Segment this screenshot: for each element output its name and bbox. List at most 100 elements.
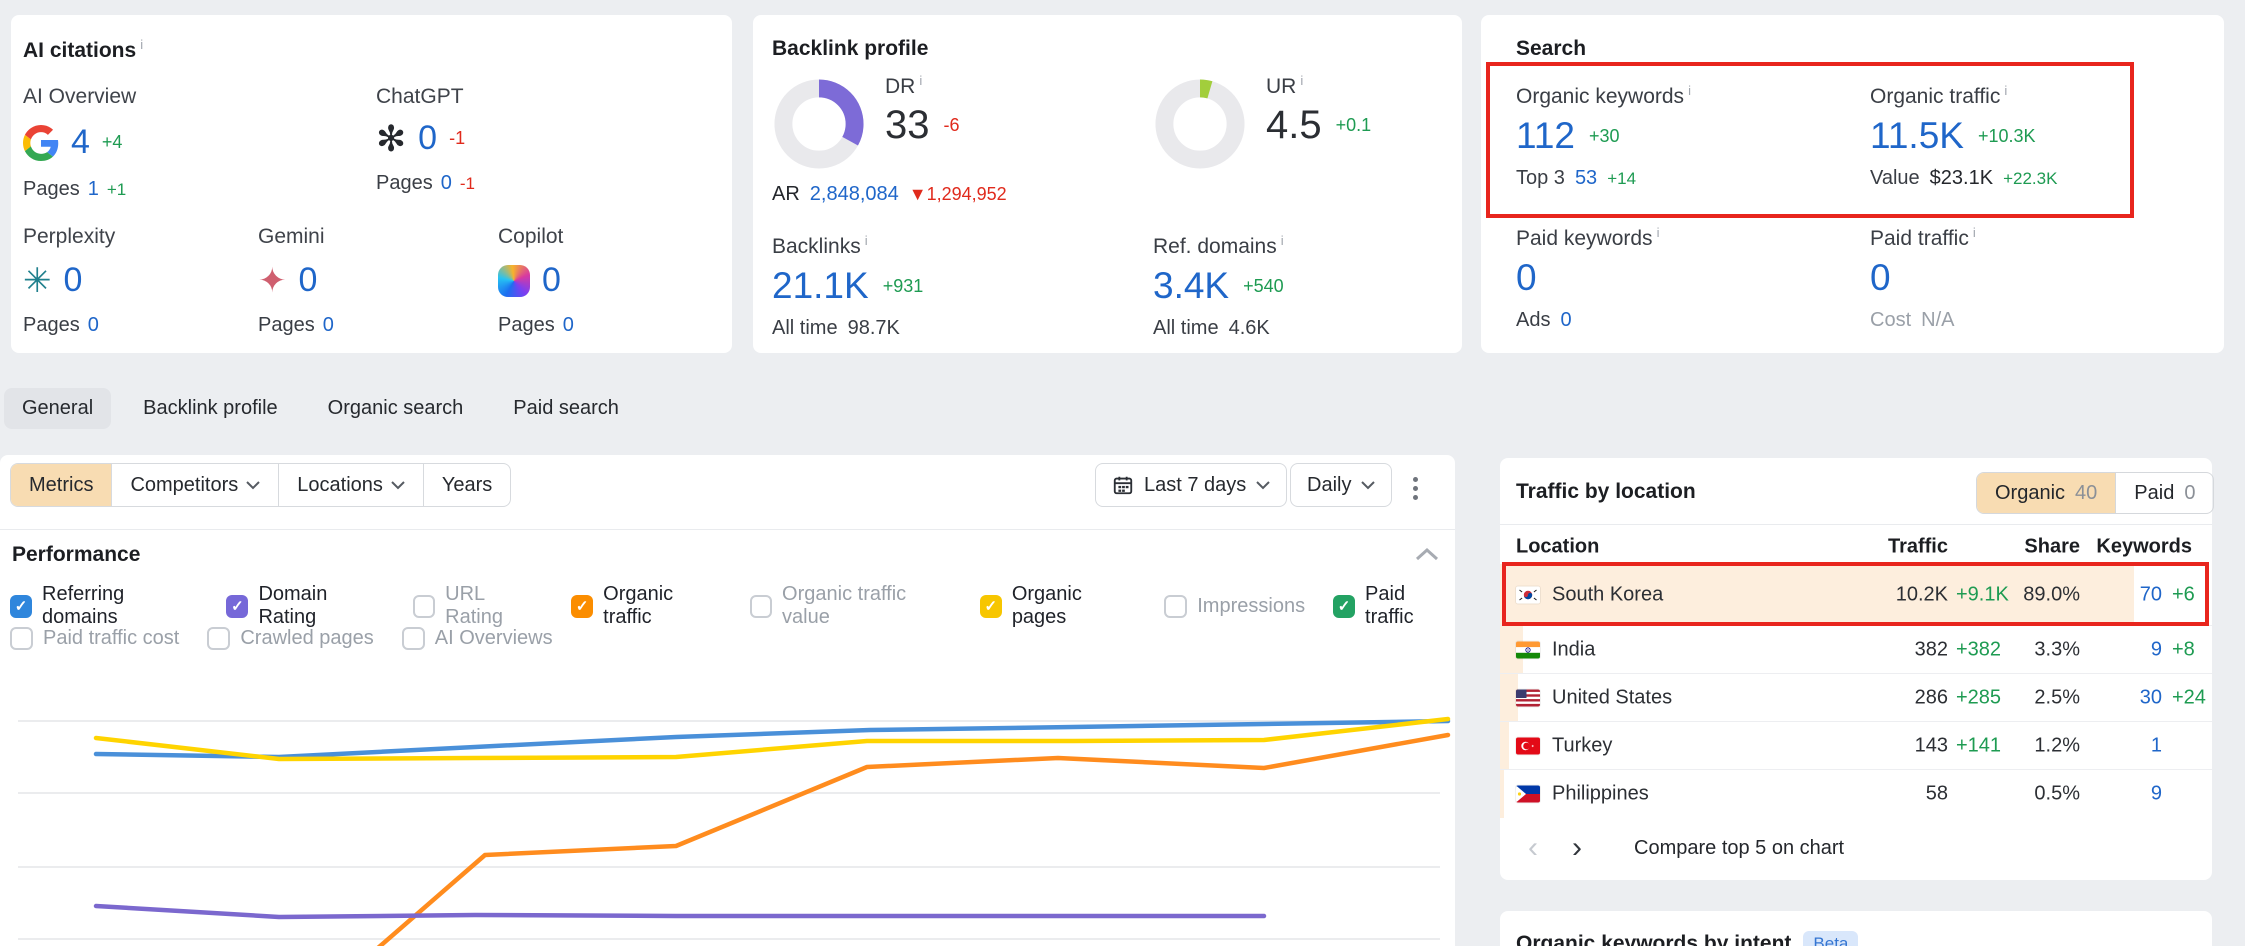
checkbox-url-rating[interactable]: ✓URL Rating: [413, 583, 543, 629]
info-icon[interactable]: i: [865, 233, 868, 248]
keywords-value[interactable]: 70: [2106, 583, 2162, 606]
ai-overview-citations-value[interactable]: 4: [71, 123, 90, 162]
organic-keywords-value[interactable]: 112: [1516, 115, 1575, 157]
table-footer: ‹ › Compare top 5 on chart: [1500, 818, 2212, 878]
location-name[interactable]: South Korea: [1552, 583, 1663, 606]
locations-label: Locations: [297, 474, 383, 497]
ur-value: 4.5: [1266, 103, 1322, 148]
table-row-turkey[interactable]: Turkey 143 +141 1.2% 1: [1500, 722, 2212, 770]
traffic-value: 10.2K: [1830, 583, 1948, 606]
pages-value[interactable]: 0: [563, 314, 574, 337]
checkbox-referring-domains[interactable]: ✓Referring domains: [10, 583, 198, 629]
chevron-down-icon: [1256, 481, 1270, 490]
backlinks-delta: +931: [883, 276, 924, 297]
info-icon[interactable]: i: [1688, 83, 1691, 98]
ar-metric: AR 2,848,084 ▼1,294,952: [772, 183, 1007, 206]
top3-value[interactable]: 53: [1575, 167, 1597, 190]
metrics-button[interactable]: Metrics: [11, 464, 112, 506]
search-title: Search: [1516, 37, 1586, 61]
provider-ai-overview: AI Overview 4 +4 Pages 1 +1: [23, 85, 136, 201]
keywords-delta: +24: [2172, 686, 2216, 709]
location-name[interactable]: Turkey: [1552, 734, 1612, 757]
tab-general[interactable]: General: [4, 388, 111, 429]
pages-value[interactable]: 1: [88, 178, 99, 201]
checkbox-organic-pages[interactable]: ✓Organic pages: [980, 583, 1136, 629]
location-name[interactable]: Philippines: [1552, 783, 1649, 806]
pages-value[interactable]: 0: [441, 172, 452, 195]
tab-paid-search[interactable]: Paid search: [495, 388, 637, 429]
checkbox-organic-traffic[interactable]: ✓Organic traffic: [571, 583, 722, 629]
ur-donut-chart: [1153, 77, 1247, 171]
info-icon[interactable]: i: [919, 73, 922, 88]
info-icon[interactable]: i: [1973, 225, 1976, 240]
backlinks-value[interactable]: 21.1K: [772, 265, 869, 307]
keywords-delta: +6: [2172, 583, 2216, 606]
keywords-value[interactable]: 9: [2106, 783, 2162, 806]
granularity-dropdown[interactable]: Daily: [1290, 463, 1392, 507]
location-name[interactable]: United States: [1552, 686, 1672, 709]
competitors-label: Competitors: [130, 474, 238, 497]
copilot-citations-value[interactable]: 0: [542, 261, 561, 300]
info-icon[interactable]: i: [2004, 83, 2007, 98]
prev-page-button[interactable]: ‹: [1528, 833, 1538, 863]
chatgpt-citations-delta: -1: [449, 128, 465, 149]
calendar-icon: [1112, 474, 1134, 496]
perplexity-citations-value[interactable]: 0: [64, 261, 83, 300]
organic-traffic-delta: +10.3K: [1978, 126, 2036, 147]
paid-keywords-label: Paid keywords: [1516, 227, 1653, 250]
ar-value[interactable]: 2,848,084: [810, 183, 899, 206]
toggle-paid[interactable]: Paid 0: [2115, 473, 2213, 513]
info-icon[interactable]: i: [1657, 225, 1660, 240]
checkbox-domain-rating[interactable]: ✓Domain Rating: [226, 583, 385, 629]
info-icon[interactable]: i: [140, 37, 143, 52]
checkbox-organic-traffic-value[interactable]: ✓Organic traffic value: [750, 583, 952, 629]
locations-dropdown[interactable]: Locations: [279, 464, 424, 506]
paid-traffic-value[interactable]: 0: [1870, 257, 1891, 299]
collapse-chevron-icon[interactable]: [1415, 547, 1439, 561]
table-row-united-states[interactable]: United States 286 +285 2.5% 30 +24: [1500, 674, 2212, 722]
ref-domains-value[interactable]: 3.4K: [1153, 265, 1229, 307]
top3-label: Top 3: [1516, 167, 1565, 190]
checkbox-impressions[interactable]: ✓Impressions: [1164, 595, 1305, 618]
keywords-value[interactable]: 30: [2106, 686, 2162, 709]
ads-value[interactable]: 0: [1560, 309, 1571, 332]
info-icon[interactable]: i: [1300, 73, 1303, 88]
table-row-india[interactable]: India 382 +382 3.3% 9 +8: [1500, 626, 2212, 674]
pages-value[interactable]: 0: [88, 314, 99, 337]
provider-label: ChatGPT: [376, 85, 475, 109]
cost-label: Cost: [1870, 309, 1911, 332]
india-flag-icon: [1516, 641, 1540, 658]
tab-organic-search[interactable]: Organic search: [310, 388, 482, 429]
paid-keywords-value[interactable]: 0: [1516, 257, 1537, 299]
info-icon[interactable]: i: [1281, 233, 1284, 248]
checkbox-paid-traffic[interactable]: ✓Paid traffic: [1333, 583, 1455, 629]
pages-value[interactable]: 0: [323, 314, 334, 337]
toggle-organic[interactable]: Organic 40: [1977, 473, 2115, 513]
keywords-value[interactable]: 1: [2106, 734, 2162, 757]
tab-backlink-profile[interactable]: Backlink profile: [125, 388, 296, 429]
organic-label: Organic: [1995, 482, 2065, 505]
ar-label: AR: [772, 183, 800, 206]
location-name[interactable]: India: [1552, 638, 1595, 661]
years-button[interactable]: Years: [424, 464, 510, 506]
perplexity-icon: ✳: [23, 264, 52, 298]
traffic-value: 143: [1830, 734, 1948, 757]
gemini-citations-value[interactable]: 0: [299, 261, 318, 300]
table-row-south-korea[interactable]: South Korea 10.2K +9.1K 89.0% 70 +6: [1500, 564, 2212, 626]
organic-traffic-value[interactable]: 11.5K: [1870, 115, 1964, 157]
pages-label: Pages: [258, 314, 315, 337]
keywords-value[interactable]: 9: [2106, 638, 2162, 661]
table-row-philippines[interactable]: Philippines 58 0.5% 9: [1500, 770, 2212, 818]
performance-card: Metrics Competitors Locations Years Last…: [0, 455, 1455, 946]
next-page-button[interactable]: ›: [1572, 833, 1582, 863]
ref-domains-metric: Ref. domainsi 3.4K +540 All time 4.6K: [1153, 233, 1284, 340]
more-options-button[interactable]: [1405, 469, 1426, 508]
provider-label: AI Overview: [23, 85, 136, 109]
turkey-flag-icon: [1516, 737, 1540, 754]
compare-top5-link[interactable]: Compare top 5 on chart: [1634, 837, 1844, 860]
traffic-type-toggle: Organic 40 Paid 0: [1976, 472, 2214, 514]
competitors-dropdown[interactable]: Competitors: [112, 464, 279, 506]
date-range-dropdown[interactable]: Last 7 days: [1095, 463, 1287, 507]
years-label: Years: [442, 474, 492, 497]
chatgpt-citations-value[interactable]: 0: [418, 119, 437, 158]
